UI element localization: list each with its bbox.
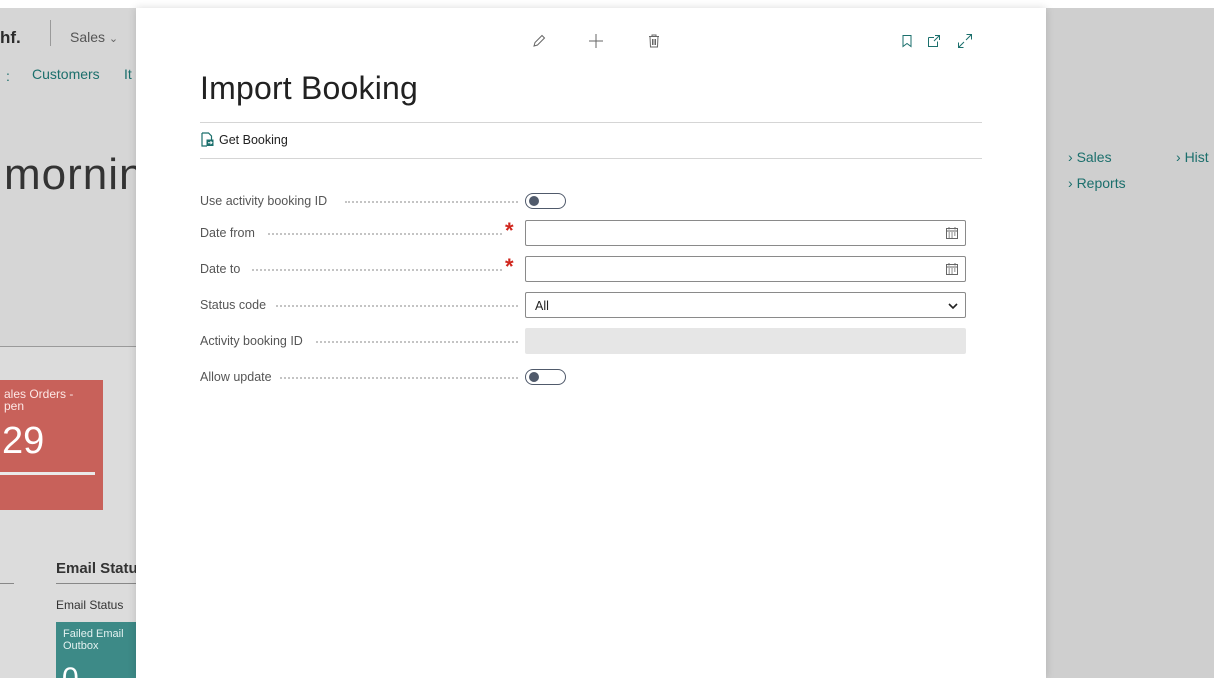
expand-button[interactable] <box>954 30 976 52</box>
email-status-subheader: Email Status <box>56 598 124 612</box>
label-leader <box>345 201 518 203</box>
sales-menu: Sales ⌄ <box>70 29 118 45</box>
field-label: Date to <box>200 262 241 276</box>
use-activity-booking-id-toggle[interactable] <box>525 193 566 209</box>
document-import-icon <box>201 132 214 147</box>
label-leader <box>268 233 502 235</box>
bookmark-button[interactable] <box>896 30 918 52</box>
nav-customers: Customers <box>32 66 100 82</box>
label-leader <box>252 269 502 271</box>
calendar-icon[interactable] <box>945 262 959 276</box>
get-booking-label: Get Booking <box>219 132 288 147</box>
chevron-down-icon: ⌄ <box>108 33 119 45</box>
new-button[interactable] <box>585 30 607 52</box>
nav-overflow: : <box>6 68 10 84</box>
status-code-value: All <box>535 299 549 313</box>
nav-items: It <box>124 66 132 82</box>
chevron-right-icon: › <box>1068 175 1073 191</box>
open-new-window-button[interactable] <box>923 30 945 52</box>
field-label: Date from <box>200 226 255 240</box>
date-from-input[interactable] <box>525 220 966 246</box>
field-activity-booking-id: Activity booking ID <box>200 328 966 354</box>
action-bar-divider-top <box>200 122 982 123</box>
field-date-from: Date from * <box>200 220 966 246</box>
required-indicator: * <box>505 254 514 279</box>
field-label: Status code <box>200 298 267 312</box>
status-code-select[interactable]: All <box>525 292 966 318</box>
trash-icon <box>649 34 659 48</box>
tile-sales-orders-open: ales Orders - pen 29 <box>0 380 103 510</box>
field-use-activity-booking-id: Use activity booking ID <box>200 188 966 214</box>
company-name: hf. <box>0 28 21 47</box>
allow-update-toggle[interactable] <box>525 369 566 385</box>
sales-menu-label: Sales <box>70 29 106 45</box>
required-indicator: * <box>505 218 514 243</box>
date-to-input[interactable] <box>525 256 966 282</box>
tile-failed-emails: Failed EmailOutbox 0 <box>56 622 140 678</box>
link-reports: › Reports <box>1068 175 1126 191</box>
greeting-text: mornin <box>4 150 145 199</box>
edit-button[interactable] <box>528 30 550 52</box>
toggle-knob <box>529 196 539 206</box>
field-date-to: Date to * <box>200 256 966 282</box>
chevron-right-icon: › <box>1068 149 1073 165</box>
field-allow-update: Allow update <box>200 364 966 390</box>
open-in-new-window-icon <box>928 35 940 47</box>
header-separator <box>50 20 51 46</box>
page-title: Import Booking <box>200 70 419 106</box>
label-leader <box>280 377 518 379</box>
pencil-icon <box>533 34 546 47</box>
chevron-right-icon: › <box>1176 149 1181 165</box>
delete-button[interactable] <box>643 30 665 52</box>
field-label: Activity booking ID <box>200 334 303 348</box>
link-history: › Hist <box>1176 149 1209 165</box>
field-status-code: Status code All <box>200 292 966 318</box>
link-sales: › Sales <box>1068 149 1112 165</box>
field-label: Use activity booking ID <box>200 194 328 208</box>
expand-icon <box>958 34 972 48</box>
plus-icon <box>589 34 603 48</box>
field-label: Allow update <box>200 370 272 384</box>
activity-booking-id-input <box>525 328 966 354</box>
background-right-panel <box>1046 8 1214 678</box>
bookmark-icon <box>902 35 912 48</box>
label-leader <box>316 341 518 343</box>
import-booking-dialog: Import Booking Get Booking Use activity … <box>136 8 1046 678</box>
calendar-icon[interactable] <box>945 226 959 240</box>
tile-progress-bar <box>0 472 95 475</box>
email-status-header: Email Statu <box>56 560 138 577</box>
action-bar-divider-bottom <box>200 158 982 159</box>
chevron-down-icon <box>948 303 958 310</box>
get-booking-button[interactable]: Get Booking <box>200 132 288 147</box>
tile-sales-orders-value: 29 <box>2 420 45 462</box>
label-leader <box>276 305 518 307</box>
toggle-knob <box>529 372 539 382</box>
tile-failed-emails-value: 0 <box>62 662 79 678</box>
